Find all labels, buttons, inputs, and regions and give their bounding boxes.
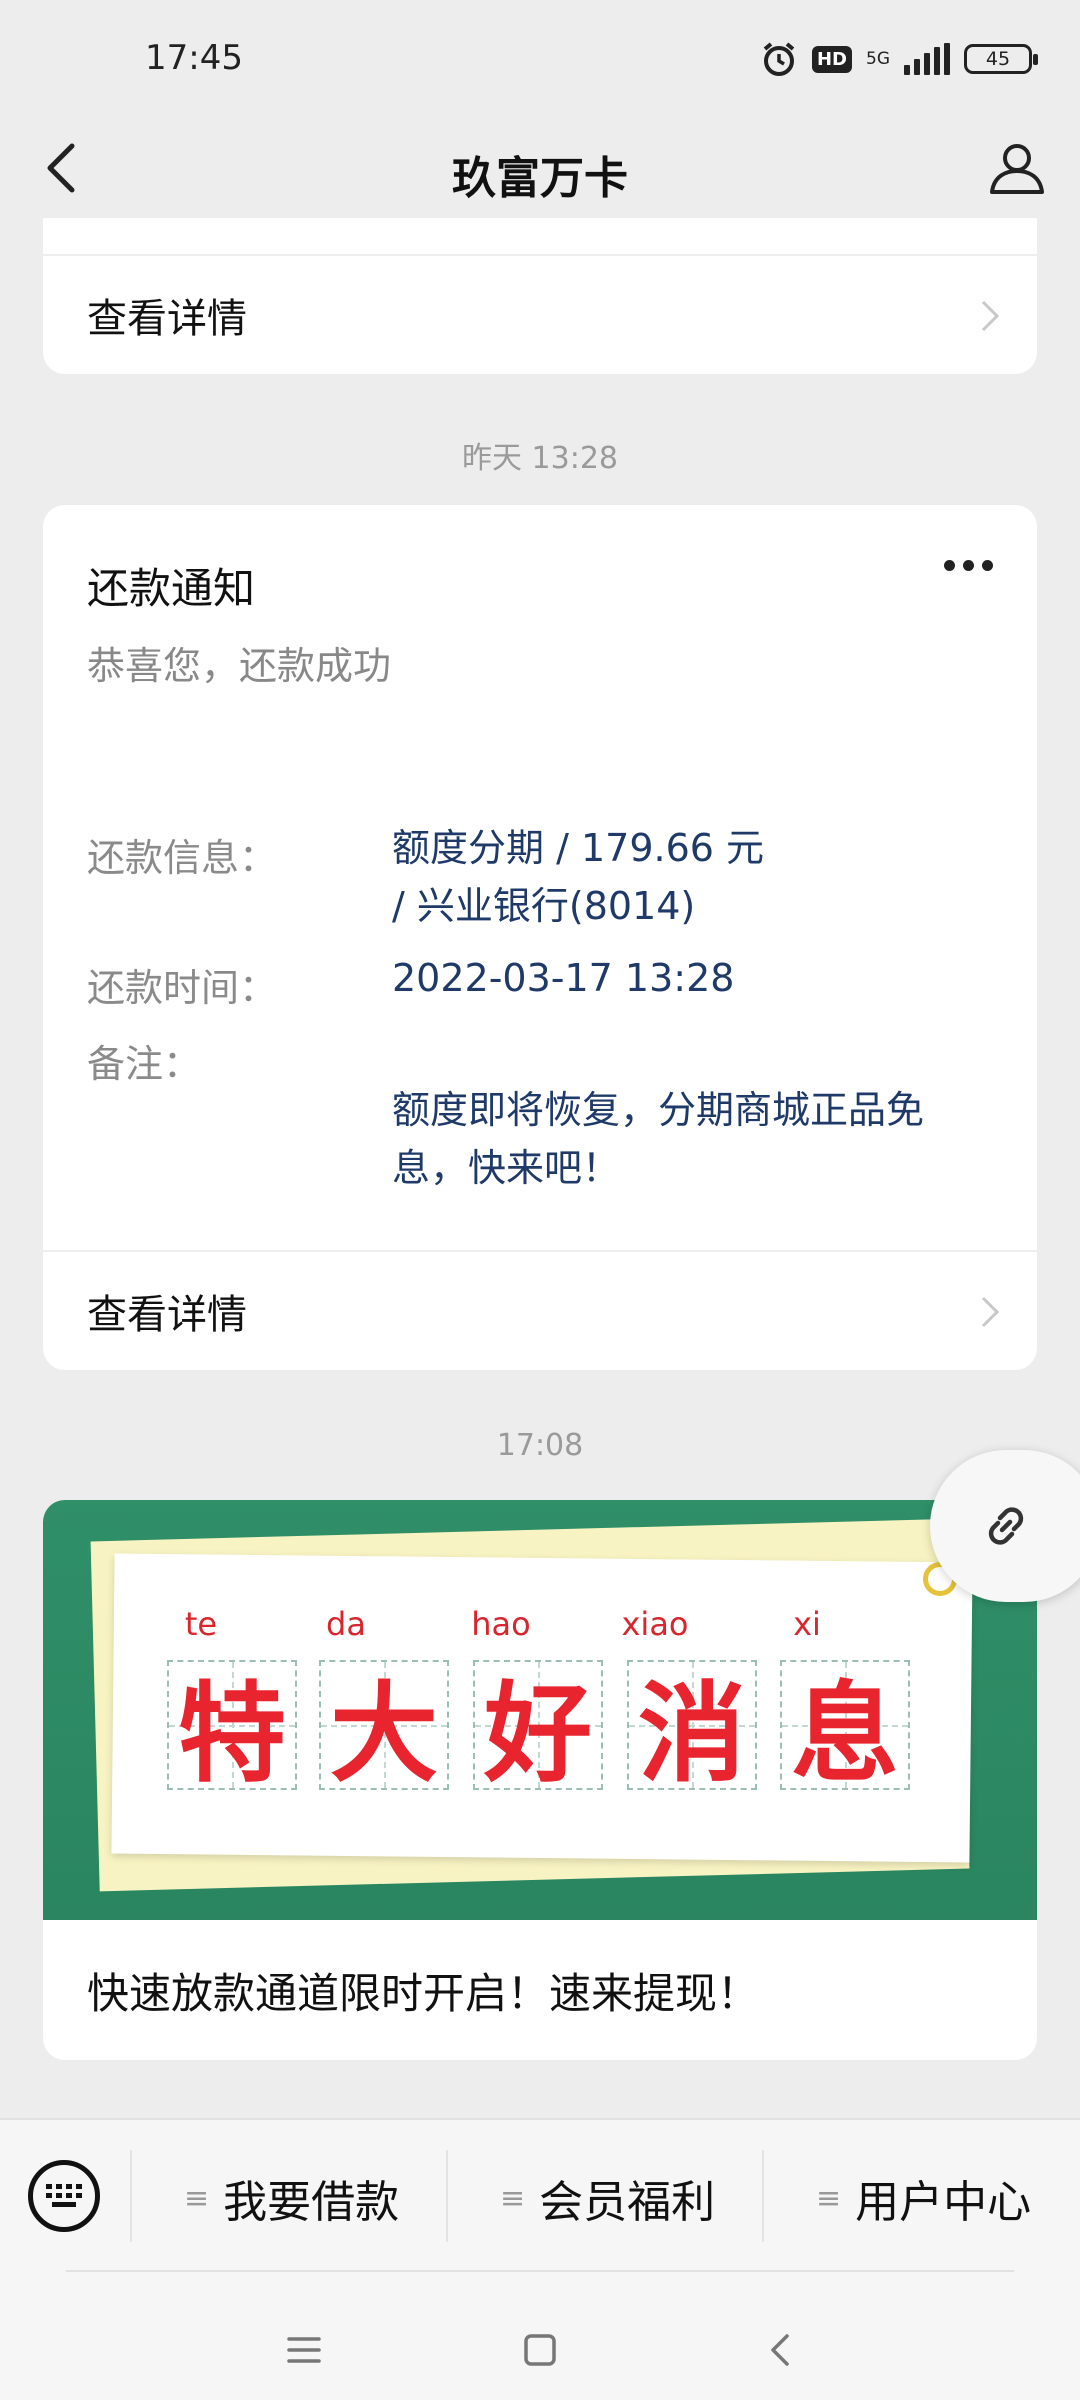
menu-separator	[446, 2150, 448, 2242]
view-details-row[interactable]: 查看详情	[43, 256, 1037, 374]
repayment-info-line1: 额度分期 / 179.66 元	[392, 826, 765, 870]
keyboard-toggle-button[interactable]	[28, 2160, 100, 2232]
menu-item-label: 我要借款	[223, 2177, 400, 2228]
status-bar: 17:45 HD 5G 45	[0, 0, 1080, 118]
user-icon	[990, 144, 1044, 194]
hanzi-character: 大	[329, 1672, 438, 1797]
menu-icon: ≡	[816, 2180, 842, 2216]
menu-icon: ≡	[500, 2180, 526, 2216]
repayment-info-line2: / 兴业银行(8014)	[392, 884, 696, 928]
more-icon[interactable]	[944, 560, 993, 571]
keyboard-icon	[46, 2184, 82, 2207]
pinyin-te: te	[184, 1605, 218, 1643]
battery-level: 45	[985, 48, 1011, 70]
menu-icon: ≡	[184, 2180, 210, 2216]
message-timestamp: 昨天 13:28	[462, 441, 618, 476]
hanzi-box: 好	[473, 1660, 603, 1797]
hanzi-character: 好	[483, 1672, 592, 1797]
menu-item-label: 会员福利	[539, 2177, 716, 2228]
system-home-button[interactable]	[510, 2320, 570, 2380]
hanzi-box: 息	[780, 1660, 910, 1797]
bottom-menu: ≡ 我要借款 ≡ 会员福利 ≡ 用户中心	[0, 2118, 1080, 2400]
system-menu-button[interactable]	[274, 2320, 334, 2380]
floating-link-button[interactable]	[930, 1450, 1080, 1602]
menu-item-label: 用户中心	[855, 2177, 1032, 2228]
view-details-label: 查看详情	[87, 1292, 247, 1338]
remark-value: 额度即将恢复，分期商城正品免息，快来吧！	[392, 1088, 925, 1190]
repayment-notice-card: 还款通知 恭喜您，还款成功 还款信息： 额度分期 / 179.66 元 / 兴业…	[43, 505, 1037, 1370]
menu-separator	[762, 2150, 764, 2242]
menu-divider	[66, 2270, 1014, 2272]
menu-item-borrow[interactable]: ≡ 我要借款	[184, 2158, 399, 2238]
network-type: 5G	[866, 49, 890, 69]
previous-message-card: 查看详情	[43, 218, 1037, 374]
pinyin-xiao: xiao	[621, 1605, 689, 1643]
hanzi-character: 特	[177, 1672, 286, 1797]
home-icon	[524, 2334, 556, 2366]
hanzi-box: 大	[319, 1660, 449, 1797]
menu-item-member-benefits[interactable]: ≡ 会员福利	[500, 2158, 715, 2238]
pinyin-xi: xi	[793, 1605, 821, 1643]
hanzi-box: 特	[167, 1660, 297, 1797]
view-details-row[interactable]: 查看详情	[43, 1252, 1037, 1370]
status-time: 17:45	[145, 38, 243, 78]
user-profile-button[interactable]	[982, 132, 1052, 202]
notice-title: 还款通知	[87, 564, 256, 613]
nav-bar: 玖富万卡	[0, 118, 1080, 218]
promo-banner: te da hao xiao xi 特 大 好 消 息	[43, 1500, 1037, 1920]
view-details-label: 查看详情	[87, 296, 247, 342]
pinyin-da: da	[326, 1605, 366, 1643]
status-icons: HD 5G 45	[760, 34, 1038, 84]
back-nav-icon	[771, 2334, 789, 2366]
hanzi-character: 息	[790, 1672, 899, 1797]
hanzi-box: 消	[627, 1660, 757, 1797]
system-back-button[interactable]	[750, 2320, 810, 2380]
promo-card[interactable]: te da hao xiao xi 特 大 好 消 息 快速放款通道限时开启！速…	[43, 1500, 1037, 2060]
repayment-time-value: 2022-03-17 13:28	[392, 956, 735, 1000]
promo-caption: 快速放款通道限时开启！速来提现！	[87, 1969, 760, 2018]
chevron-right-icon	[981, 300, 1000, 332]
message-timestamp: 17:08	[496, 1428, 584, 1463]
repayment-info-value: 额度分期 / 179.66 元 / 兴业银行(8014)	[392, 819, 992, 935]
signal-icon	[904, 43, 950, 75]
menu-separator	[130, 2150, 132, 2242]
hd-badge: HD	[811, 45, 852, 73]
repayment-time-label: 还款时间：	[87, 966, 278, 1010]
pinyin-hao: hao	[471, 1605, 531, 1643]
battery-icon: 45	[964, 44, 1038, 74]
remark-label: 备注：	[87, 1042, 202, 1086]
page-title: 玖富万卡	[452, 153, 628, 204]
repayment-info-label: 还款信息：	[87, 836, 278, 880]
menu-icon	[287, 2337, 321, 2363]
alarm-icon	[763, 42, 795, 76]
link-icon	[988, 1507, 1024, 1545]
notice-subtitle: 恭喜您，还款成功	[87, 644, 392, 688]
hanzi-character: 消	[637, 1672, 746, 1797]
chevron-right-icon	[981, 1296, 1000, 1328]
menu-item-user-center[interactable]: ≡ 用户中心	[816, 2158, 1031, 2238]
